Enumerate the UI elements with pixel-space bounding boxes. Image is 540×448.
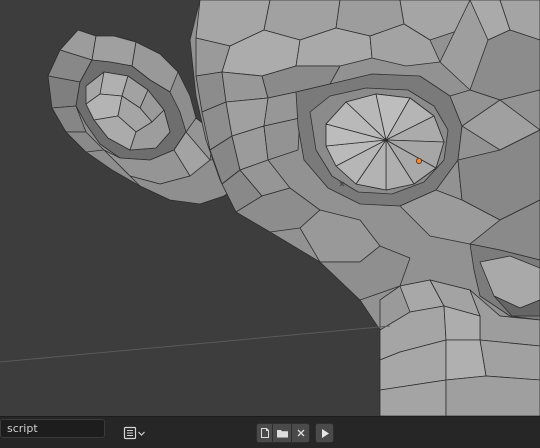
folder-icon [276, 427, 289, 439]
origin-marker [415, 157, 422, 164]
run-script-button[interactable] [315, 423, 334, 443]
open-text-button[interactable] [273, 423, 292, 443]
chevron-down-icon [137, 429, 146, 438]
text-editor-icon [123, 426, 137, 440]
close-icon [296, 428, 306, 438]
play-icon [320, 428, 330, 439]
text-block-name-field[interactable] [0, 419, 105, 438]
text-editor-header [0, 416, 540, 448]
new-document-icon [259, 427, 271, 439]
blender-window [0, 0, 540, 448]
new-text-button[interactable] [256, 423, 273, 443]
3d-viewport[interactable] [0, 0, 540, 416]
unlink-text-button[interactable] [292, 423, 310, 443]
head-mesh [189, 0, 540, 416]
ground-grid-line [0, 325, 391, 363]
monkey-mesh-viewport[interactable] [0, 0, 540, 416]
editor-type-selector[interactable] [120, 423, 148, 443]
